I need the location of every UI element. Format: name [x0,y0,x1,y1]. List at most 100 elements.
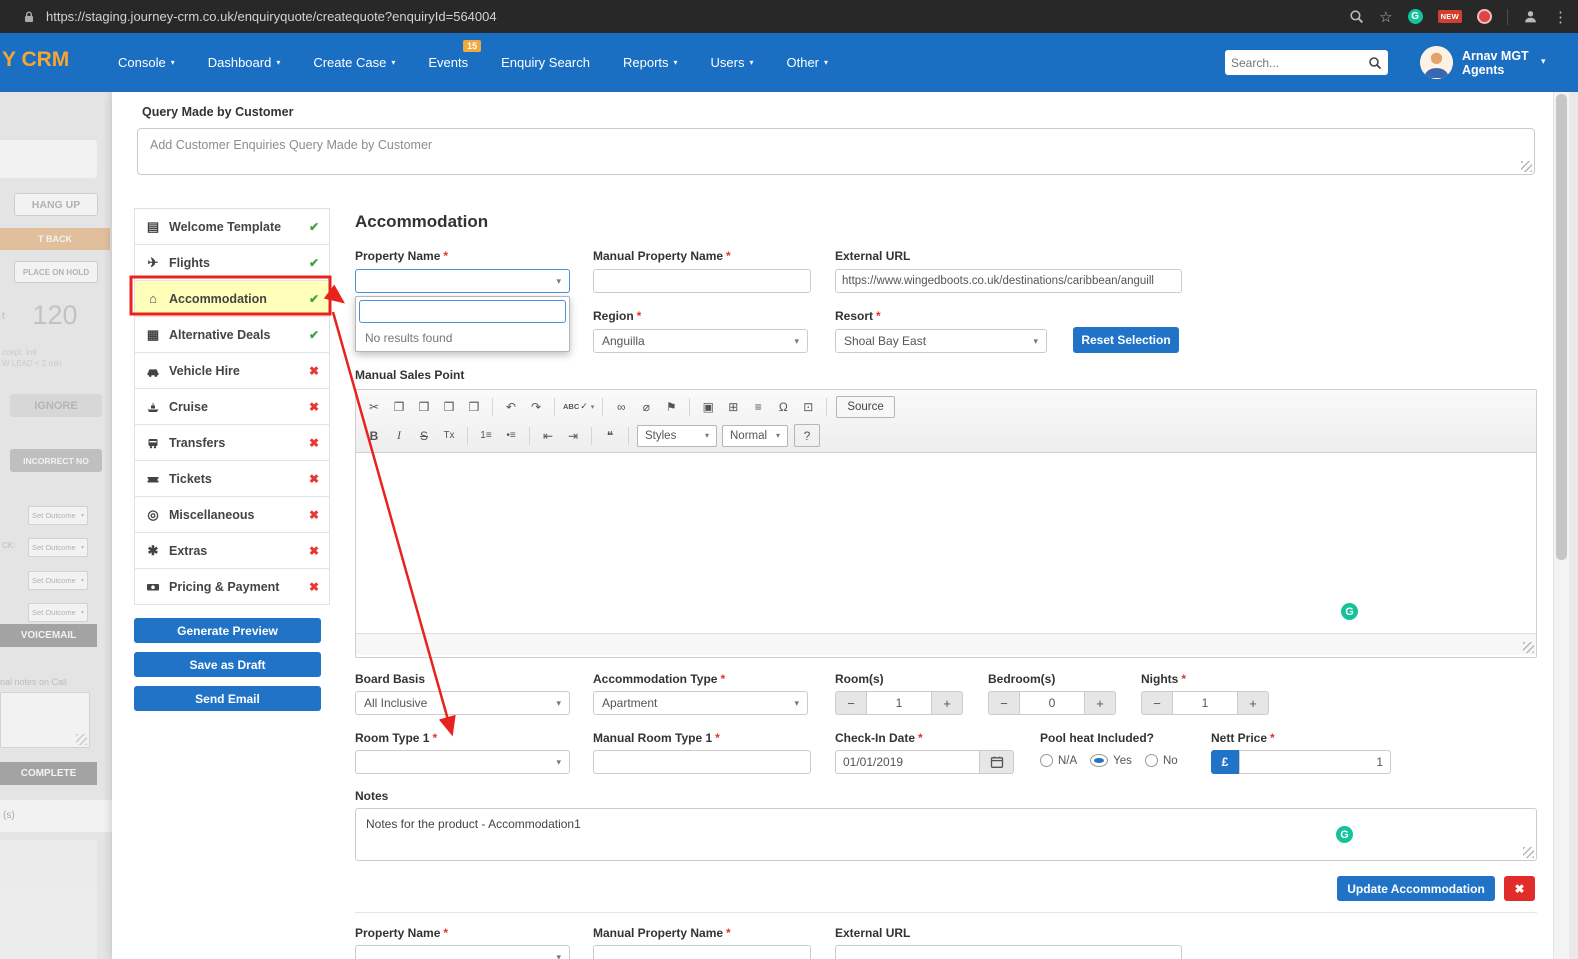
menu-enquiry-search[interactable]: Enquiry Search [501,55,590,70]
copy-button[interactable]: ❐ [387,395,411,418]
place-on-hold-button[interactable]: PLACE ON HOLD [14,261,98,283]
nights-value-input[interactable] [1173,691,1237,715]
room-type-select[interactable]: ▾ [355,750,570,774]
generate-preview-button[interactable]: Generate Preview [134,618,321,643]
chevron-down-icon[interactable]: ▾ [1541,56,1546,67]
notes-textarea[interactable]: Notes for the product - Accommodation1 G [355,808,1537,861]
menu-console[interactable]: Console▾ [118,55,175,70]
bookmark-star-icon[interactable]: ☆ [1379,8,1392,26]
help-button[interactable]: ? [794,424,820,447]
region-select[interactable]: Anguilla▾ [593,329,808,353]
resize-handle[interactable] [1523,642,1534,653]
manual-property-input[interactable] [593,945,811,959]
set-outcome-select[interactable]: Set Outcome▾ [28,538,88,557]
bedrooms-value-input[interactable] [1020,691,1084,715]
step-extras[interactable]: ✱ Extras ✖ [135,533,329,569]
menu-create-case[interactable]: Create Case▾ [313,55,395,70]
outdent-button[interactable]: ⇤ [536,424,560,447]
maximize-button[interactable]: ⊡ [796,395,820,418]
strikethrough-button[interactable]: S [412,424,436,447]
nett-price-input[interactable] [1239,750,1391,774]
step-cruise[interactable]: Cruise ✖ [135,389,329,425]
editor-body[interactable]: G [356,453,1536,633]
bold-button[interactable]: B [362,424,386,447]
decrement-button[interactable]: − [835,691,867,715]
step-tickets[interactable]: Tickets ✖ [135,461,329,497]
new-extension-badge[interactable]: NEW [1438,10,1462,23]
manual-room-type-input[interactable] [593,750,811,774]
call-notes-textarea[interactable] [0,692,90,748]
menu-events[interactable]: Events15 [428,55,468,70]
avatar[interactable] [1420,46,1453,79]
menu-dashboard[interactable]: Dashboard▾ [208,55,281,70]
menu-other[interactable]: Other▾ [787,55,829,70]
step-pricing-payment[interactable]: Pricing & Payment ✖ [135,569,329,605]
undo-button[interactable]: ↶ [499,395,523,418]
spellcheck-button[interactable]: ABC ✓ ▾ [561,395,596,418]
check-in-date-input[interactable] [835,750,980,774]
call-back-bar[interactable]: T BACK [0,228,110,250]
accommodation-type-select[interactable]: Apartment▾ [593,691,808,715]
scrollbar-thumb[interactable] [1556,94,1567,560]
anchor-button[interactable]: ⚑ [659,395,683,418]
image-button[interactable]: ▣ [696,395,720,418]
calendar-button[interactable] [980,750,1014,774]
unlink-button[interactable]: ⌀ [634,395,658,418]
blockquote-button[interactable]: ❝ [598,424,622,447]
radio-yes[interactable]: Yes [1090,754,1132,767]
grammarly-icon[interactable]: G [1341,603,1358,620]
increment-button[interactable]: + [1237,691,1269,715]
profile-icon[interactable] [1523,9,1538,24]
resize-handle[interactable] [1523,847,1534,858]
save-as-draft-button[interactable]: Save as Draft [134,652,321,677]
paste-word-button[interactable]: ❒ [462,395,486,418]
menu-users[interactable]: Users▾ [711,55,754,70]
external-url-input[interactable] [835,945,1182,959]
step-accommodation[interactable]: ⌂ Accommodation ✔ [135,281,329,317]
manual-property-input[interactable] [593,269,811,293]
resize-handle[interactable] [1521,161,1532,172]
increment-button[interactable]: + [931,691,963,715]
styles-dropdown[interactable]: Styles▾ [637,425,717,447]
indent-button[interactable]: ⇥ [561,424,585,447]
reset-selection-button[interactable]: Reset Selection [1073,327,1179,353]
step-miscellaneous[interactable]: ◎ Miscellaneous ✖ [135,497,329,533]
link-button[interactable]: ∞ [609,395,633,418]
decrement-button[interactable]: − [1141,691,1173,715]
paste-button[interactable]: ❒ [412,395,436,418]
radio-no[interactable]: No [1145,754,1178,767]
search-icon[interactable] [1368,56,1382,70]
query-textarea[interactable]: Add Customer Enquiries Query Made by Cus… [137,128,1535,175]
resort-select[interactable]: Shoal Bay East▾ [835,329,1047,353]
table-button[interactable]: ⊞ [721,395,745,418]
incorrect-no-button[interactable]: INCORRECT NO [10,449,102,472]
grammarly-icon[interactable]: G [1336,826,1353,843]
voicemail-button[interactable]: VOICEMAIL [0,624,97,647]
hang-up-button[interactable]: HANG UP [14,193,98,216]
format-dropdown[interactable]: Normal▾ [722,425,788,447]
update-accommodation-button[interactable]: Update Accommodation [1337,876,1495,901]
search-icon[interactable] [1349,9,1364,24]
rooms-value-input[interactable] [867,691,931,715]
step-transfers[interactable]: Transfers ✖ [135,425,329,461]
user-name[interactable]: Arnav MGT [1462,49,1529,63]
step-welcome-template[interactable]: ▤ Welcome Template ✔ [135,209,329,245]
extension-icon[interactable] [1477,9,1492,24]
source-button[interactable]: Source [836,396,894,418]
address-bar[interactable]: https://staging.journey-crm.co.uk/enquir… [46,9,497,24]
send-email-button[interactable]: Send Email [134,686,321,711]
resize-handle[interactable] [76,734,87,745]
property-search-input[interactable] [359,300,566,323]
cut-button[interactable]: ✂ [362,395,386,418]
menu-reports[interactable]: Reports▾ [623,55,678,70]
increment-button[interactable]: + [1084,691,1116,715]
set-outcome-select[interactable]: Set Outcome▾ [28,603,88,622]
complete-button[interactable]: COMPLETE [0,762,97,785]
step-flights[interactable]: ✈ Flights ✔ [135,245,329,281]
set-outcome-select[interactable]: Set Outcome▾ [28,506,88,525]
decrement-button[interactable]: − [988,691,1020,715]
remove-accommodation-button[interactable]: ✖ [1504,876,1535,901]
property-name-select[interactable]: ▾ [355,269,570,293]
external-url-input[interactable] [835,269,1182,293]
browser-menu-dots-icon[interactable]: ⋮ [1553,8,1568,26]
